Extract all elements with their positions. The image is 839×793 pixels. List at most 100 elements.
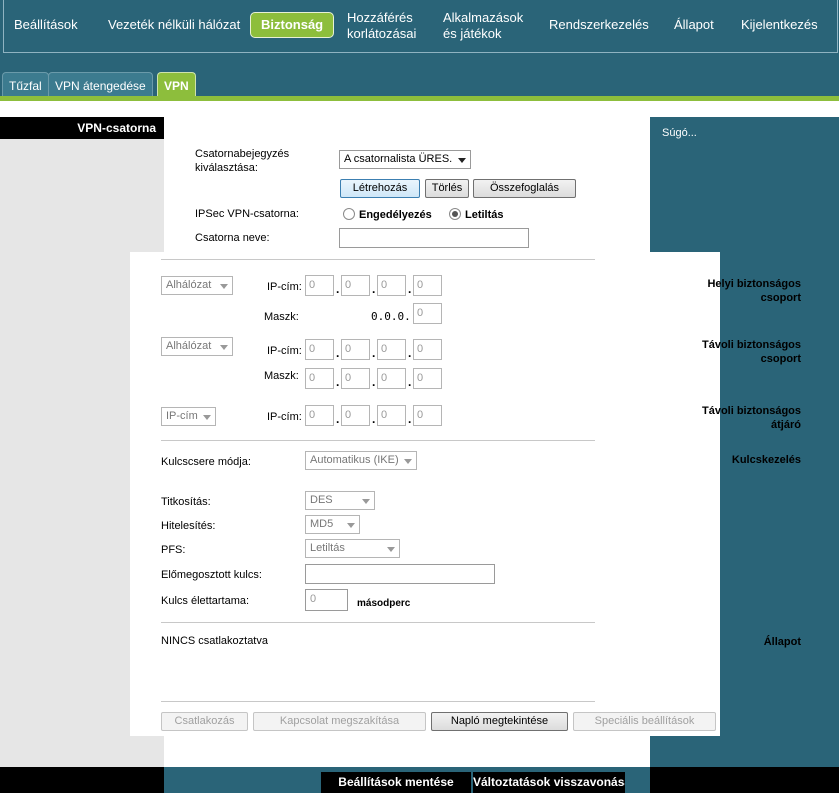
gateway-ip-octet-1[interactable]: 0 [305,405,334,426]
nav-item-alkalmazasok-line2: és játékok [443,26,502,41]
local-mask-label: Maszk: [264,311,299,323]
chevron-down-icon [404,459,412,464]
tunnel-select-label-line2: kiválasztása: [195,162,258,174]
key-exchange-value: Automatikus (IKE) [310,454,399,466]
nav-item-vezetek-nelkuli[interactable]: Vezeték nélküli hálózat [108,17,240,33]
local-type-select[interactable]: Alhálózat [161,276,233,295]
key-lifetime-label: Kulcs élettartama: [161,595,250,607]
authentication-label: Hitelesítés: [161,520,216,532]
local-ip-octet-1[interactable]: 0 [305,275,334,296]
key-management-heading: Kulcskezelés [731,454,801,466]
dot-separator: . [336,282,340,296]
chevron-down-icon [458,158,466,163]
divider [161,701,595,702]
tunnel-name-label: Csatorna neve: [195,232,270,244]
dot-separator: . [372,282,376,296]
gateway-ip-octet-4[interactable]: 0 [413,405,442,426]
remote-ip-octet-1[interactable]: 0 [305,339,334,360]
top-navigation: Beállítások Vezeték nélküli hálózat Bizt… [0,0,839,56]
nav-item-hozzaferes-line1: Hozzáférés [347,10,413,25]
nav-item-rendszerkezeles[interactable]: Rendszerkezelés [549,17,649,33]
gateway-type-value: IP-cím [166,410,198,422]
local-mask-octet-4[interactable]: 0 [413,303,442,324]
encryption-select[interactable]: DES [305,491,375,510]
key-exchange-select[interactable]: Automatikus (IKE) [305,451,417,470]
remote-mask-octet-2[interactable]: 0 [341,368,370,389]
key-lifetime-input[interactable]: 0 [305,589,348,611]
advanced-settings-button[interactable]: Speciális beállítások [573,712,716,731]
encryption-label: Titkosítás: [161,496,211,508]
pfs-value: Letiltás [310,542,345,554]
chevron-down-icon [203,415,211,420]
gateway-ip-octet-2[interactable]: 0 [341,405,370,426]
remote-ip-octet-3[interactable]: 0 [377,339,406,360]
section-title: VPN-csatorna [0,117,164,139]
view-log-button[interactable]: Napló megtekintése [431,712,568,731]
local-ip-octet-3[interactable]: 0 [377,275,406,296]
chevron-down-icon [362,499,370,504]
enable-radio[interactable] [343,208,355,220]
preshared-key-label: Előmegosztott kulcs: [161,569,262,581]
pfs-label: PFS: [161,544,186,556]
remote-mask-octet-4[interactable]: 0 [413,368,442,389]
disconnect-button[interactable]: Kapcsolat megszakítása [253,712,426,731]
delete-button[interactable]: Törlés [425,179,469,198]
create-button[interactable]: Létrehozás [340,179,420,198]
authentication-select[interactable]: MD5 [305,515,360,534]
divider [161,622,595,623]
summary-button[interactable]: Összefoglalás [473,179,576,198]
nav-item-hozzaferes-line2: korlátozásai [347,26,417,41]
remote-mask-octet-1[interactable]: 0 [305,368,334,389]
nav-item-allapot[interactable]: Állapot [674,17,714,33]
local-ip-label: IP-cím: [267,281,302,293]
dot-separator: . [408,282,412,296]
dot-separator: . [336,412,340,426]
dot-separator: . [372,375,376,389]
remote-ip-octet-4[interactable]: 0 [413,339,442,360]
main-content-bottom [164,736,650,767]
pfs-select[interactable]: Letiltás [305,539,400,558]
status-heading: Állapot [763,636,801,648]
remote-mask-octet-3[interactable]: 0 [377,368,406,389]
dot-separator: . [336,346,340,360]
cancel-changes-button[interactable]: Változtatások visszavonása [473,772,625,793]
gateway-type-select[interactable]: IP-cím [161,407,216,426]
nav-item-beallitasok[interactable]: Beállítások [14,17,78,33]
remote-ip-octet-2[interactable]: 0 [341,339,370,360]
remote-group-heading-line2: csoport [760,353,801,365]
tunnel-select-value: A csatornalista ÜRES. [344,153,453,165]
gateway-ip-label: IP-cím: [267,411,302,423]
nav-item-biztonsag[interactable]: Biztonság [250,12,335,38]
tunnel-name-input[interactable] [339,228,529,248]
encryption-value: DES [310,494,333,506]
gateway-ip-octet-3[interactable]: 0 [377,405,406,426]
sub-navigation: Tűzfal VPN átengedése VPN [0,56,839,101]
nav-item-hozzaferes[interactable]: Hozzáférés korlátozásai [347,10,416,42]
help-link[interactable]: Súgó... [662,127,697,139]
disable-radio[interactable] [449,208,461,220]
tunnel-select-label-line1: Csatornabejegyzés [195,148,290,160]
tunnel-select-label: Csatornabejegyzés kiválasztása: [195,147,289,175]
local-group-heading-line1: Helyi biztonságos [707,278,801,290]
nav-item-kijelentkezes[interactable]: Kijelentkezés [741,17,818,33]
dot-separator: . [336,375,340,389]
tunnel-select[interactable]: A csatornalista ÜRES. [339,150,471,169]
divider [161,259,595,260]
save-settings-button[interactable]: Beállítások mentése [321,772,471,793]
main-settings-panel [130,252,720,736]
local-type-value: Alhálózat [166,279,212,291]
remote-type-select[interactable]: Alhálózat [161,337,233,356]
remote-ip-label: IP-cím: [267,345,302,357]
disable-radio-label: Letiltás [465,209,504,221]
connect-button[interactable]: Csatlakozás [161,712,248,731]
local-ip-octet-2[interactable]: 0 [341,275,370,296]
remote-group-heading: Távoli biztonságos csoport [675,338,839,366]
local-ip-octet-4[interactable]: 0 [413,275,442,296]
nav-item-alkalmazasok-line1: Alkalmazások [443,10,524,25]
remote-gateway-heading: Távoli biztonságos átjáró [675,404,839,432]
preshared-key-input[interactable] [305,564,495,584]
remote-gateway-heading-line1: Távoli biztonságos [701,405,801,417]
ipsec-label: IPSec VPN-csatorna: [195,208,299,220]
nav-item-alkalmazasok[interactable]: Alkalmazások és játékok [443,10,523,42]
remote-gateway-heading-line2: átjáró [771,419,801,431]
